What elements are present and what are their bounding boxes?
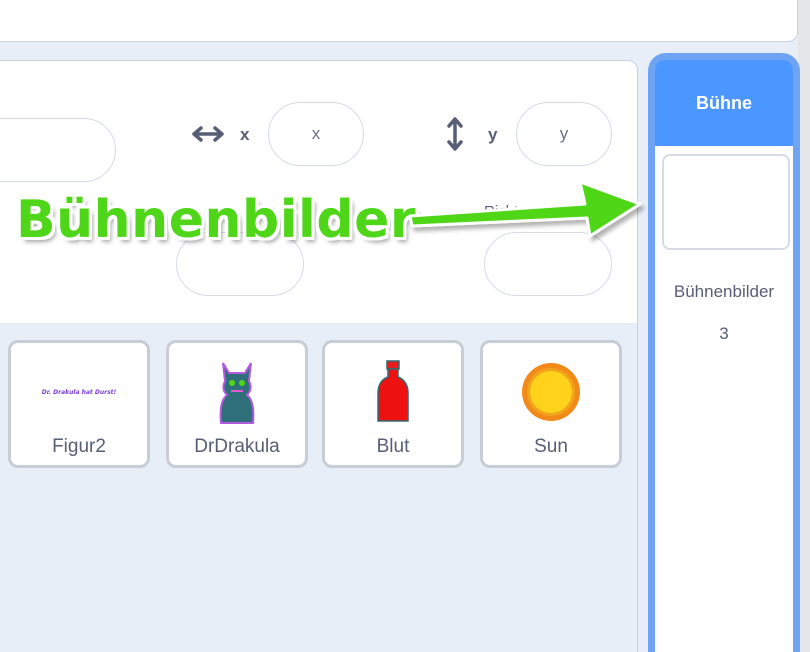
sprite-thumbnail bbox=[483, 351, 619, 433]
x-position-input[interactable]: x bbox=[268, 102, 364, 166]
y-label: y bbox=[488, 125, 498, 144]
stage-area-edge bbox=[0, 0, 798, 42]
stage-thumbnail[interactable] bbox=[662, 154, 790, 250]
sun-icon bbox=[522, 363, 580, 421]
vampire-icon bbox=[219, 362, 255, 424]
sprite-name: DrDrakula bbox=[194, 436, 280, 457]
sprite-name: Figur2 bbox=[52, 436, 106, 457]
stage-selector[interactable]: Bühne Bühnenbilder 3 bbox=[648, 53, 800, 652]
annotation-label: Bühnenbilder bbox=[16, 190, 416, 250]
sprite-thumbnail bbox=[169, 351, 305, 433]
sprite-tile-figur2[interactable]: Dr. Drakula hat Durst! Figur2 bbox=[8, 340, 150, 468]
horizontal-arrows-icon bbox=[192, 126, 224, 142]
sprite-name: Sun bbox=[534, 436, 568, 457]
sprite-tile-sun[interactable]: Sun bbox=[480, 340, 622, 468]
vertical-arrows-icon bbox=[447, 117, 463, 151]
sprite-tile-blut[interactable]: Blut bbox=[322, 340, 464, 468]
sprite-thumbnail: Dr. Drakula hat Durst! bbox=[11, 351, 147, 433]
y-placeholder: y bbox=[559, 124, 569, 143]
x-label: x bbox=[240, 125, 250, 144]
sprite-tile-drdrakula[interactable]: DrDrakula bbox=[166, 340, 308, 468]
blood-bottle-icon bbox=[377, 360, 409, 422]
sprite-thumbnail bbox=[325, 351, 461, 433]
x-placeholder: x bbox=[311, 124, 321, 143]
stage-header: Bühne bbox=[655, 60, 793, 146]
sprite-name-input[interactable] bbox=[0, 118, 116, 182]
backdrops-label: Bühnenbilder bbox=[673, 282, 775, 301]
backdrops-count: 3 bbox=[719, 324, 729, 343]
sprite-thumb-text: Dr. Drakula hat Durst! bbox=[41, 388, 117, 396]
annotation-arrow-icon bbox=[408, 180, 642, 238]
y-position-input[interactable]: y bbox=[516, 102, 612, 166]
sprite-name: Blut bbox=[376, 436, 410, 457]
